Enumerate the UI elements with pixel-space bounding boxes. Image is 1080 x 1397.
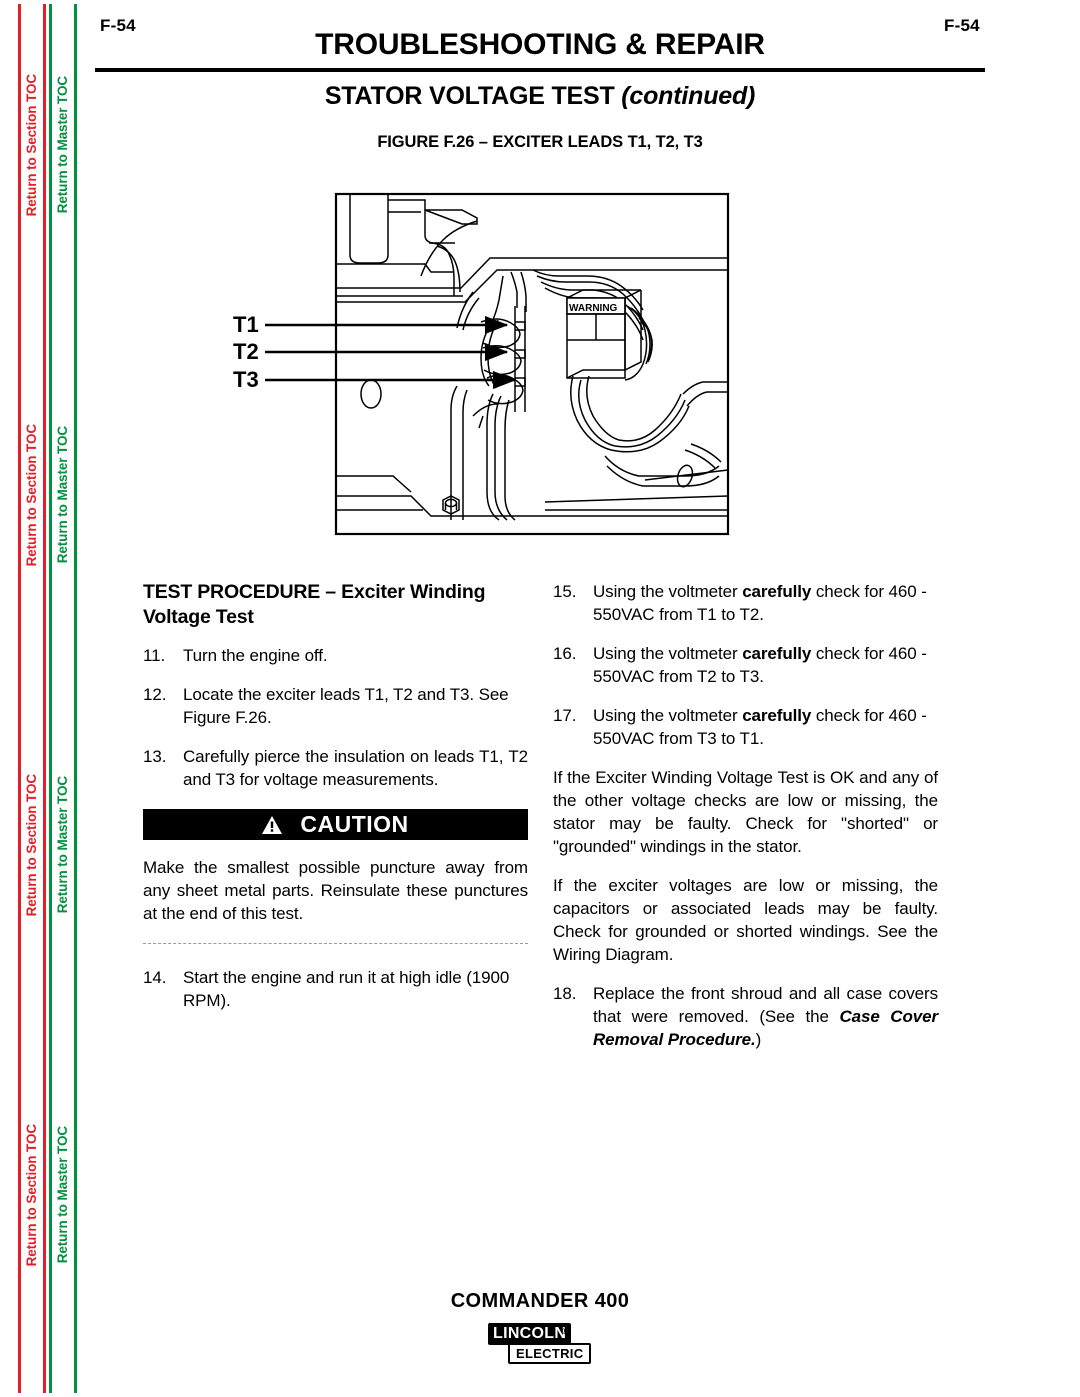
procedure-step-list-right: 15. Using the voltmeter carefully check … xyxy=(553,580,938,750)
lead-label-t2: T2 xyxy=(233,339,259,364)
step-text: Carefully pierce the insulation on leads… xyxy=(183,747,528,789)
step-number: 17. xyxy=(553,706,577,725)
procedure-step: 12. Locate the exciter leads T1, T2 and … xyxy=(143,683,528,729)
warning-decal-text: WARNING xyxy=(569,303,618,314)
procedure-step: 13. Carefully pierce the insulation on l… xyxy=(143,745,528,791)
step-text: Using the voltmeter carefully check for … xyxy=(593,642,938,688)
toc-sidebar: Return to Section TOC Return to Section … xyxy=(18,4,80,1393)
section-toc-link-4[interactable]: Return to Section TOC xyxy=(21,1124,43,1266)
step-text-post: ) xyxy=(755,1030,762,1049)
step-text: Using the voltmeter carefully check for … xyxy=(593,580,938,626)
step-text-emphasis: carefully xyxy=(742,706,812,725)
explanatory-paragraph: If the exciter voltages are low or missi… xyxy=(553,876,938,964)
step-text: Locate the exciter leads T1, T2 and T3. … xyxy=(183,685,509,727)
master-toc-link-4[interactable]: Return to Master TOC xyxy=(52,1126,74,1263)
step-text-emphasis: carefully xyxy=(742,644,812,663)
master-toc-link-1[interactable]: Return to Master TOC xyxy=(52,76,74,213)
caution-banner: CAUTION xyxy=(143,809,528,840)
explanatory-paragraph: If the Exciter Winding Voltage Test is O… xyxy=(553,768,938,856)
registered-mark-icon: ® xyxy=(562,1326,569,1336)
step-text: Start the engine and run it at high idle… xyxy=(183,968,510,1010)
warning-triangle-icon xyxy=(262,815,283,834)
manual-page: Return to Section TOC Return to Section … xyxy=(0,0,1080,1397)
procedure-step: 11. Turn the engine off. xyxy=(143,644,528,667)
step-number: 18. xyxy=(553,984,577,1003)
section-toc-rail: Return to Section TOC Return to Section … xyxy=(18,4,46,1393)
left-text-column: TEST PROCEDURE – Exciter Winding Voltage… xyxy=(143,580,528,1028)
step-text: Replace the front shroud and all case co… xyxy=(593,982,938,1051)
step-number: 12. xyxy=(143,685,167,704)
lead-label-t3: T3 xyxy=(233,367,259,392)
header-rule xyxy=(95,68,985,72)
step-text-emphasis: carefully xyxy=(742,582,812,601)
section-toc-link-1[interactable]: Return to Section TOC xyxy=(21,74,43,216)
logo-lincoln-text: LINCOLN xyxy=(488,1323,572,1345)
step-text: Using the voltmeter carefully check for … xyxy=(593,704,938,750)
procedure-step: 14. Start the engine and run it at high … xyxy=(143,966,528,1012)
step-number: 11. xyxy=(143,646,166,665)
caution-block: CAUTION Make the smallest possible punct… xyxy=(143,809,528,944)
step-number: 16. xyxy=(553,644,577,663)
master-toc-link-3[interactable]: Return to Master TOC xyxy=(52,776,74,913)
logo-electric-text: ELECTRIC xyxy=(508,1343,592,1364)
step-number: 15. xyxy=(553,582,577,601)
step-text: Turn the engine off. xyxy=(183,646,328,665)
master-toc-rail: Return to Master TOC Return to Master TO… xyxy=(49,4,77,1393)
procedure-step: 17. Using the voltmeter carefully check … xyxy=(553,704,938,750)
caution-divider xyxy=(143,943,528,944)
figure-frame xyxy=(334,192,730,536)
procedure-step-list-right-final: 18. Replace the front shroud and all cas… xyxy=(553,982,938,1051)
figure-f26: WARNING T1 T2 T3 xyxy=(215,180,755,550)
step-text-pre: Using the voltmeter xyxy=(593,706,743,725)
section-title: STATOR VOLTAGE TEST (continued) xyxy=(95,82,985,111)
procedure-step: 15. Using the voltmeter carefully check … xyxy=(553,580,938,626)
lead-callouts: T1 T2 T3 xyxy=(233,312,517,392)
model-name: COMMANDER 400 xyxy=(450,1290,630,1312)
procedure-step-list-left: 11. Turn the engine off. 12. Locate the … xyxy=(143,644,528,791)
procedure-step: 18. Replace the front shroud and all cas… xyxy=(553,982,938,1051)
section-title-continued: (continued) xyxy=(621,82,756,110)
master-toc-link-2[interactable]: Return to Master TOC xyxy=(52,426,74,563)
caution-label: CAUTION xyxy=(300,811,409,837)
section-toc-link-2[interactable]: Return to Section TOC xyxy=(21,424,43,566)
page-footer: COMMANDER 400 LINCOLN ® ELECTRIC xyxy=(95,1290,985,1368)
document-title: TROUBLESHOOTING & REPAIR xyxy=(315,28,765,61)
step-number: 13. xyxy=(143,747,167,766)
step-text-pre: Using the voltmeter xyxy=(593,644,743,663)
lead-label-t1: T1 xyxy=(233,312,259,337)
caution-text: Make the smallest possible puncture away… xyxy=(143,858,528,923)
right-text-column: 15. Using the voltmeter carefully check … xyxy=(553,580,938,1067)
step-text-pre: Using the voltmeter xyxy=(593,582,743,601)
step-number: 14. xyxy=(143,968,167,987)
section-title-main: STATOR VOLTAGE TEST xyxy=(324,82,615,110)
lincoln-electric-logo: LINCOLN ® ELECTRIC xyxy=(488,1323,592,1364)
exciter-leads-illustration: WARNING T1 T2 T3 xyxy=(233,192,730,536)
figure-caption: FIGURE F.26 – EXCITER LEADS T1, T2, T3 xyxy=(377,133,703,151)
section-toc-link-3[interactable]: Return to Section TOC xyxy=(21,774,43,916)
procedure-step: 16. Using the voltmeter carefully check … xyxy=(553,642,938,688)
procedure-heading: TEST PROCEDURE – Exciter Winding Voltage… xyxy=(143,581,486,628)
procedure-step-list-left-post: 14. Start the engine and run it at high … xyxy=(143,966,528,1012)
